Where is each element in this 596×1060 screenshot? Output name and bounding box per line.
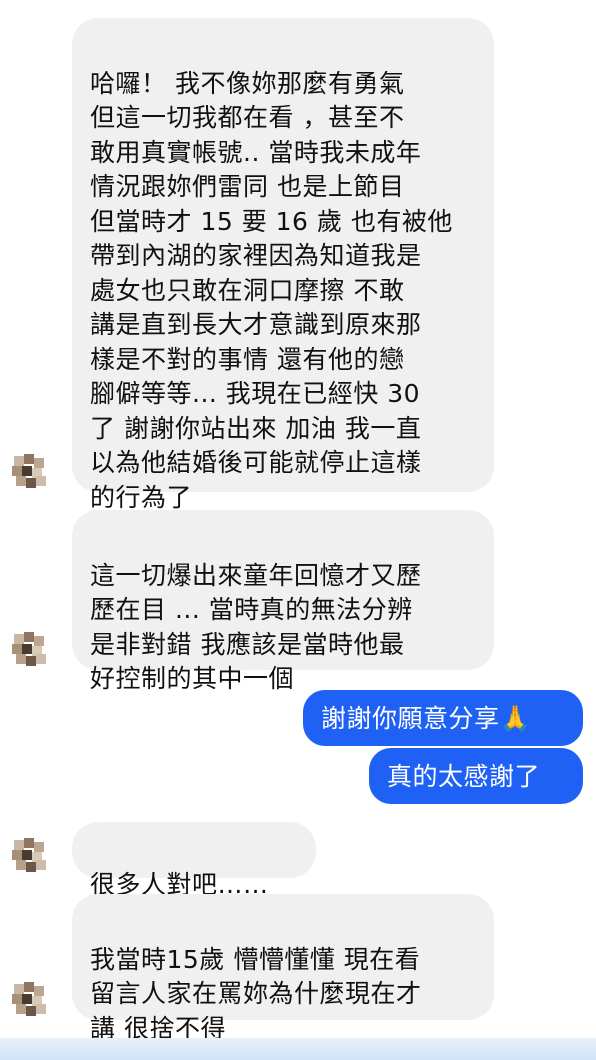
message-text: 真的太感謝了 [387, 762, 541, 791]
avatar-blurred[interactable] [10, 836, 48, 874]
message-text: 謝謝你願意分享🙏 [321, 704, 532, 733]
incoming-message-bubble[interactable]: 我當時15歲 懵懵懂懂 現在看 留言人家在罵妳為什麼現在才 講 很捨不得 [72, 894, 494, 1043]
incoming-message-bubble[interactable]: 這一切爆出來童年回憶才又歷 歷在目 ... 當時真的無法分辨 是非對錯 我應該是… [72, 510, 494, 693]
outgoing-message-bubble[interactable]: 真的太感謝了 [369, 748, 583, 804]
message-text: 這一切爆出來童年回憶才又歷 歷在目 ... 當時真的無法分辨 是非對錯 我應該是… [90, 560, 422, 694]
chat-thread: 哈囉！ 我不像妳那麼有勇氣 但這一切我都在看 ，甚至不 敢用真實帳號.. 當時我… [0, 0, 596, 1060]
outgoing-message-bubble[interactable]: 謝謝你願意分享🙏 [303, 690, 583, 746]
avatar-blurred[interactable] [10, 452, 48, 490]
avatar-blurred[interactable] [10, 980, 48, 1018]
incoming-message-bubble[interactable]: 哈囉！ 我不像妳那麼有勇氣 但這一切我都在看 ，甚至不 敢用真實帳號.. 當時我… [72, 18, 494, 512]
message-text: 我當時15歲 懵懵懂懂 現在看 留言人家在罵妳為什麼現在才 講 很捨不得 [90, 944, 422, 1043]
message-text: 哈囉！ 我不像妳那麼有勇氣 但這一切我都在看 ，甚至不 敢用真實帳號.. 當時我… [90, 68, 453, 512]
avatar-blurred[interactable] [10, 630, 48, 668]
incoming-message-bubble[interactable]: 很多人對吧…… [72, 822, 316, 899]
composer-bar-edge [0, 1038, 596, 1060]
